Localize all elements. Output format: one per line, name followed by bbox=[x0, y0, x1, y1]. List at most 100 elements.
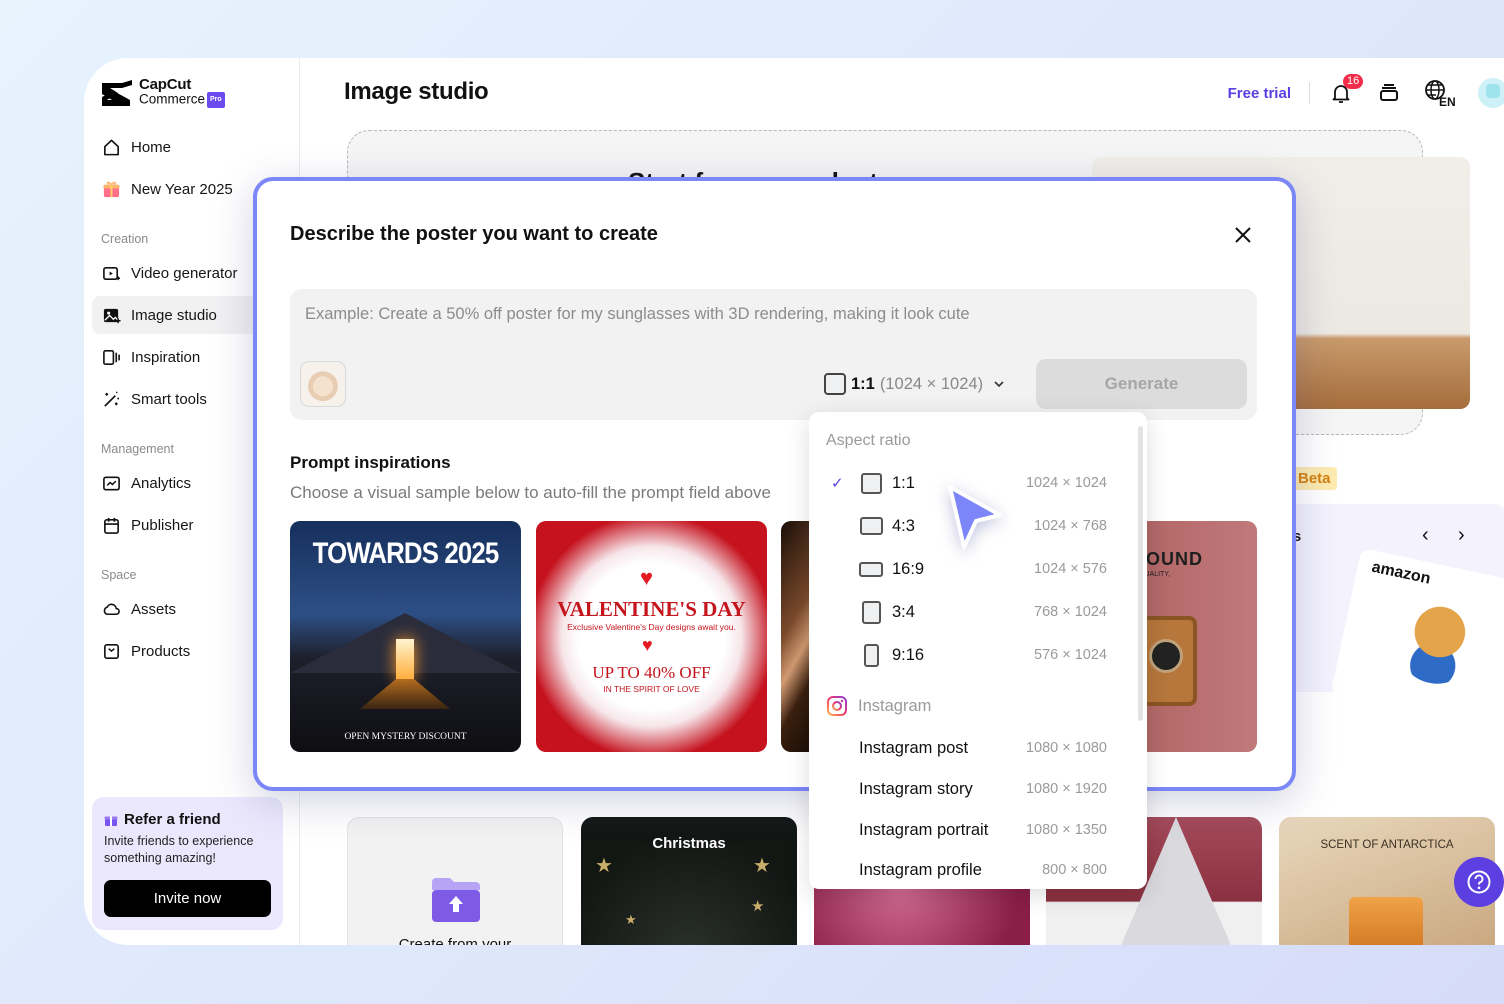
aspect-ratio-select[interactable]: 1:1 (1024 × 1024) bbox=[824, 371, 1006, 397]
help-icon bbox=[1467, 870, 1491, 894]
ratio-label: 9:16 bbox=[892, 645, 925, 664]
instagram-section-header: Instagram bbox=[826, 695, 931, 717]
ratio-label: 3:4 bbox=[892, 602, 915, 621]
ratio-label: 1:1 bbox=[892, 473, 915, 492]
dialog-title: Describe the poster you want to create bbox=[290, 223, 658, 245]
video-generator-icon bbox=[103, 266, 121, 280]
instagram-profile-option[interactable]: Instagram profile 800 × 800 bbox=[809, 852, 1129, 888]
heart-icon: ♥ bbox=[640, 565, 654, 590]
notification-count-badge: 16 bbox=[1343, 74, 1364, 89]
instagram-story-option[interactable]: Instagram story 1080 × 1920 bbox=[809, 771, 1129, 807]
option-label: Instagram profile bbox=[859, 860, 982, 879]
sidebar-item-home[interactable]: Home bbox=[92, 128, 292, 166]
layers-icon bbox=[1380, 84, 1398, 101]
capcut-commerce-logo[interactable]: CapCut Commerce Pro bbox=[100, 76, 225, 108]
sidebar-item-label: Publisher bbox=[131, 516, 194, 534]
sample-valentines-day[interactable]: ♥ VALENTINE'S DAY Exclusive Valentine's … bbox=[536, 521, 767, 752]
dropdown-scrollbar[interactable] bbox=[1138, 426, 1143, 721]
calendar-icon bbox=[104, 517, 119, 534]
pro-badge: Pro bbox=[207, 92, 225, 108]
create-from-upload-tile[interactable]: Create from your bbox=[347, 817, 563, 945]
user-avatar[interactable] bbox=[1478, 78, 1504, 108]
image-studio-icon bbox=[103, 308, 121, 323]
magic-wand-icon bbox=[104, 390, 120, 407]
prompt-inspirations-title: Prompt inspirations bbox=[290, 453, 451, 472]
subscription-button[interactable] bbox=[1376, 80, 1402, 106]
option-dims: 1080 × 1080 bbox=[1025, 740, 1107, 756]
sidebar-item-label: New Year 2025 bbox=[131, 180, 233, 198]
ratio-label: 16:9 bbox=[892, 559, 925, 578]
prompt-inspirations-subtitle: Choose a visual sample below to auto-fil… bbox=[290, 483, 771, 502]
option-label: Instagram story bbox=[859, 779, 973, 798]
teddy-bear-image bbox=[1389, 596, 1485, 692]
tile-caption: Create from your bbox=[398, 936, 512, 945]
checkmark-icon: ✓ bbox=[831, 475, 844, 492]
selected-ratio-dims: (1024 × 1024) bbox=[879, 374, 984, 393]
ratio-option-9-16[interactable]: 9:16 576 × 1024 bbox=[809, 637, 1129, 673]
instagram-post-option[interactable]: Instagram post 1080 × 1080 bbox=[809, 730, 1129, 766]
instagram-portrait-option[interactable]: Instagram portrait 1080 × 1350 bbox=[809, 812, 1129, 848]
christmas-template-tile[interactable]: Christmas ★ ★ ★ ★ bbox=[581, 817, 797, 945]
logo-title: CapCut bbox=[139, 76, 192, 93]
help-button[interactable] bbox=[1454, 857, 1504, 907]
heart-icon: ♥ bbox=[642, 635, 653, 655]
carousel-next-icon[interactable]: › bbox=[1458, 524, 1465, 547]
gift-icon bbox=[104, 816, 118, 826]
sidebar-item-label: Home bbox=[131, 138, 172, 156]
sample-towards-2025[interactable]: TOWARDS 2025 OPEN MYSTERY DISCOUNT bbox=[290, 521, 521, 752]
tall-ratio-icon bbox=[864, 643, 879, 667]
sidebar-item-label: Products bbox=[131, 642, 191, 660]
close-dialog-button[interactable] bbox=[1232, 224, 1254, 246]
logo-subtitle: Commerce bbox=[139, 91, 206, 107]
sample-tagline: IN THE SPIRIT OF LOVE bbox=[603, 684, 700, 694]
option-dims: 1080 × 1350 bbox=[1025, 822, 1107, 838]
capcut-logo-icon bbox=[102, 80, 132, 106]
refer-description: Invite friends to experience something a… bbox=[104, 834, 254, 865]
header-divider bbox=[1309, 82, 1310, 104]
reference-image-thumbnail[interactable] bbox=[300, 361, 346, 407]
language-code: EN bbox=[1439, 95, 1456, 107]
ratio-dims: 768 × 1024 bbox=[1034, 604, 1107, 620]
sidebar-item-label: Analytics bbox=[131, 474, 192, 492]
free-trial-link[interactable]: Free trial bbox=[1228, 85, 1291, 102]
gift-icon bbox=[103, 181, 120, 197]
sample-offer: UP TO 40% OFF bbox=[592, 663, 711, 682]
ratio-dims: 1024 × 576 bbox=[1034, 561, 1107, 577]
widescreen-ratio-icon bbox=[859, 561, 883, 577]
mouse-cursor-icon bbox=[948, 485, 1002, 549]
prompt-box: 1:1 (1024 × 1024) Generate bbox=[290, 289, 1257, 420]
ratio-option-16-9[interactable]: 16:9 1024 × 576 bbox=[809, 551, 1129, 587]
amazon-product-card[interactable]: amazon bbox=[1330, 547, 1504, 692]
prompt-input[interactable] bbox=[305, 299, 1235, 329]
section-management: Management bbox=[101, 442, 174, 456]
carousel-prev-icon[interactable]: ‹ bbox=[1422, 524, 1429, 547]
folder-upload-icon bbox=[432, 878, 480, 922]
ratio-option-3-4[interactable]: 3:4 768 × 1024 bbox=[809, 594, 1129, 630]
section-creation: Creation bbox=[101, 232, 149, 246]
ratio-dims: 1024 × 1024 bbox=[1025, 475, 1107, 491]
page-title: Image studio bbox=[344, 78, 489, 105]
instagram-icon bbox=[827, 696, 847, 716]
refer-a-friend-card: Refer a friend Invite friends to experie… bbox=[92, 797, 283, 930]
sample-headline: TOWARDS 2025 bbox=[312, 537, 499, 570]
square-ratio-icon bbox=[824, 373, 846, 395]
sample-footer: OPEN MYSTERY DISCOUNT bbox=[344, 732, 467, 742]
option-label: Instagram portrait bbox=[859, 820, 989, 839]
ratio-dims: 576 × 1024 bbox=[1034, 647, 1107, 663]
header-actions: Free trial 16 EN bbox=[1228, 74, 1504, 110]
analytics-icon bbox=[103, 476, 120, 490]
notifications-button[interactable]: 16 bbox=[1328, 74, 1364, 106]
ratio-label: 4:3 bbox=[892, 516, 915, 535]
option-dims: 800 × 800 bbox=[1042, 862, 1107, 878]
generate-button[interactable]: Generate bbox=[1036, 359, 1247, 409]
invite-now-button[interactable]: Invite now bbox=[104, 880, 271, 917]
sidebar-item-label: Smart tools bbox=[131, 390, 207, 408]
refer-title: Refer a friend bbox=[124, 811, 221, 828]
close-icon bbox=[1235, 227, 1251, 243]
option-dims: 1080 × 1920 bbox=[1025, 781, 1107, 797]
portrait-ratio-icon bbox=[862, 600, 881, 624]
language-button[interactable]: EN bbox=[1424, 80, 1456, 107]
tile-caption: SCENT OF ANTARCTICA bbox=[1320, 839, 1454, 851]
beta-badge: Beta bbox=[1292, 467, 1337, 490]
sidebar-item-label: Image studio bbox=[131, 306, 217, 324]
